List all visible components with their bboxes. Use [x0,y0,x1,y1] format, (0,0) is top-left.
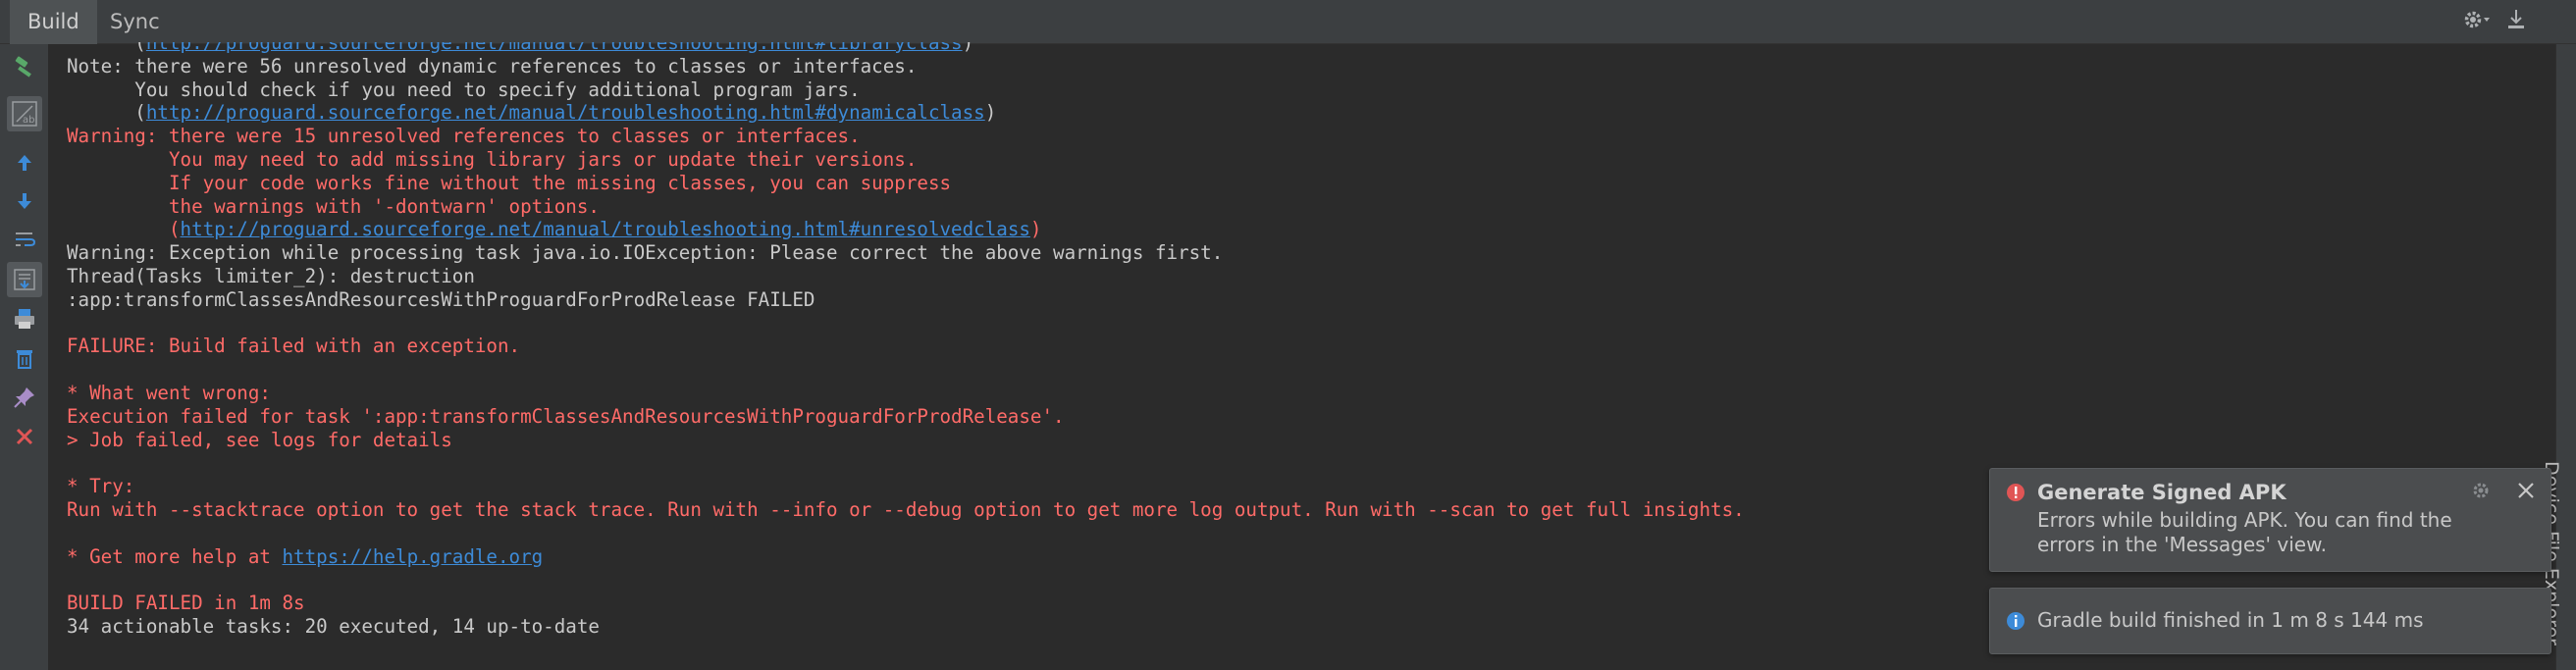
build-console-output: (http://proguard.sourceforge.net/manual/… [67,31,1931,659]
close-icon[interactable] [7,419,42,454]
console-line: > Job failed, see logs for details [67,429,1931,452]
console-text: BUILD FAILED in 1m 8s [67,592,305,615]
console-line: * What went wrong: [67,382,1931,405]
console-link[interactable]: http://proguard.sourceforge.net/manual/t… [181,218,1030,240]
console-line: You may need to add missing library jars… [67,148,1931,172]
console-text: Run with --stacktrace option to get the … [67,497,1745,521]
console-line: If your code works fine without the miss… [67,172,1931,195]
toggle-view-icon[interactable]: ab [7,96,42,131]
console-text: ) [962,31,974,54]
console-text: the warnings with '-dontwarn' options. [67,194,600,218]
console-text: ) [1029,218,1042,241]
notification-message: Errors while building APK. You can find … [2037,508,2452,556]
up-arrow-icon[interactable] [7,145,42,180]
console-text: You should check if you need to specify … [67,77,861,101]
soft-wrap-icon[interactable] [7,222,42,257]
console-line: Warning: Exception while processing task… [67,241,1931,265]
console-link[interactable]: http://proguard.sourceforge.net/manual/t… [146,42,963,54]
close-icon[interactable] [2516,481,2536,504]
error-icon [2005,482,2026,507]
console-line: Run with --stacktrace option to get the … [67,498,1931,522]
console-text: FAILURE: Build failed with an exception. [67,335,521,358]
console-text: :app:transformClassesAndResourcesWithPro… [67,287,815,311]
console-text: * Get more help at [67,544,283,568]
console-line: You should check if you need to specify … [67,78,1931,102]
console-text: 34 actionable tasks: 20 executed, 14 up-… [67,614,600,638]
console-line: (http://proguard.sourceforge.net/manual/… [67,101,1931,125]
console-line: Note: there were 56 unresolved dynamic r… [67,55,1931,78]
console-text: * Try: [67,475,135,498]
print-icon[interactable] [7,301,42,336]
gear-icon[interactable] [2471,481,2491,504]
console-line: Thread(Tasks limiter_2): destruction [67,265,1931,288]
notification-generate-signed-apk[interactable]: Generate Signed APK Errors while buildin… [1989,468,2551,572]
hide-panel-icon[interactable] [2505,8,2527,31]
build-toolbar: ab [0,44,49,670]
console-line: Execution failed for task ':app:transfor… [67,405,1931,429]
hammer-icon[interactable] [7,50,42,85]
trash-icon[interactable] [7,340,42,376]
console-line: (http://proguard.sourceforge.net/manual/… [67,218,1931,241]
console-text: You may need to add missing library jars… [67,147,918,171]
console-text: ( [67,101,146,125]
scroll-to-end-icon[interactable] [7,262,42,297]
pin-icon[interactable] [7,380,42,415]
console-text: Execution failed for task ':app:transfor… [67,404,1065,428]
notification-gradle-build[interactable]: Gradle build finished in 1 m 8 s 144 ms [1989,588,2551,654]
console-line: * Get more help at https://help.gradle.o… [67,545,1931,569]
console-line: 34 actionable tasks: 20 executed, 14 up-… [67,615,1931,639]
console-text: > Job failed, see logs for details [67,428,452,451]
console-line: :app:transformClassesAndResourcesWithPro… [67,288,1931,312]
console-line: Warning: there were 15 unresolved refere… [67,125,1931,148]
console-text: If your code works fine without the miss… [67,171,952,194]
console-line: FAILURE: Build failed with an exception. [67,335,1931,358]
console-line: (http://proguard.sourceforge.net/manual/… [67,31,1931,55]
gear-icon[interactable] [2462,8,2492,31]
svg-text:ab: ab [23,115,34,126]
console-line: * Try: [67,475,1931,498]
console-link[interactable]: http://proguard.sourceforge.net/manual/t… [146,101,985,124]
down-arrow-icon[interactable] [7,183,42,219]
console-text: ) [984,101,997,125]
console-text: Note: there were 56 unresolved dynamic r… [67,54,918,77]
console-link[interactable]: https://help.gradle.org [283,545,544,568]
console-text: Warning: there were 15 unresolved refere… [67,125,861,148]
console-line: BUILD FAILED in 1m 8s [67,592,1931,615]
console-text: Thread(Tasks limiter_2): destruction [67,264,475,287]
info-icon [2005,610,2026,636]
console-text: ( [67,218,181,241]
console-text: * What went wrong: [67,381,271,404]
console-line: the warnings with '-dontwarn' options. [67,195,1931,219]
console-text: Warning: Exception while processing task… [67,241,1224,265]
notification-message: Gradle build finished in 1 m 8 s 144 ms [2037,608,2424,632]
notification-title: Generate Signed APK [2037,481,2287,504]
console-text: ( [67,31,146,54]
